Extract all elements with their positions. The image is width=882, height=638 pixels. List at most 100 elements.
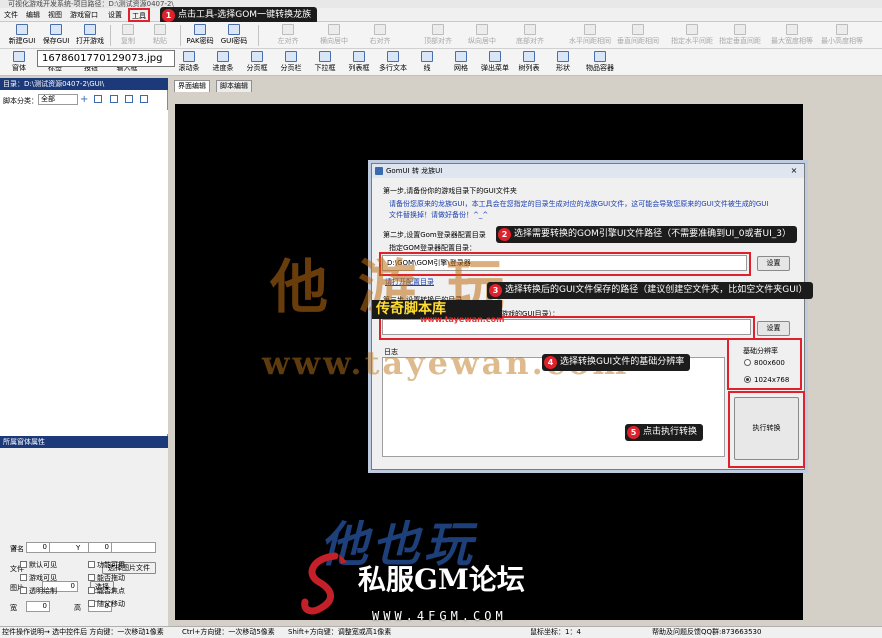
checkbox-default-visible[interactable]: 默认可见: [20, 560, 57, 570]
y-input[interactable]: 0: [88, 542, 112, 553]
settings-button-1[interactable]: 设置: [757, 256, 790, 271]
hspacing-set-icon: [686, 24, 698, 35]
align-vcenter-button[interactable]: 纵向居中: [462, 24, 502, 48]
menu-view[interactable]: 视图: [46, 9, 64, 21]
hspacing-icon: [584, 24, 596, 35]
tab-ui-edit[interactable]: 界面编辑: [174, 80, 210, 92]
same-vspacing-button[interactable]: 垂直间距相同: [614, 24, 662, 48]
min-height-equal-button[interactable]: 最小高度相等: [818, 24, 866, 48]
control-listbox-button[interactable]: 列表框: [342, 51, 376, 75]
paste-button[interactable]: 粘贴: [140, 24, 180, 48]
control-scrollbar-button[interactable]: 滚动条: [172, 51, 206, 75]
callout-text: 选择需要转换的GOM引擎UI文件路径（不需要准确到UI_0或者UI_3）: [514, 229, 792, 239]
script-category-row: 脚本分类： 全部 +: [0, 92, 168, 108]
callout-text: 选择转换后的GUI文件保存的路径（建议创建空文件夹，比如空文件夹GUI）: [505, 285, 808, 295]
window-icon: [13, 51, 25, 62]
control-pagebox-button[interactable]: 分页框: [240, 51, 274, 75]
close-icon[interactable]: ×: [786, 166, 802, 176]
height-equal-icon: [836, 24, 848, 35]
delete-icon[interactable]: [140, 95, 148, 103]
control-line-button[interactable]: 线: [410, 51, 444, 75]
open-game-button[interactable]: 打开游戏: [70, 24, 110, 48]
copy-icon[interactable]: [110, 95, 118, 103]
resolution-800x600-radio[interactable]: 800x600: [744, 359, 785, 367]
dropdown-icon: [319, 51, 331, 62]
control-dropdown-button[interactable]: 下拉框: [308, 51, 342, 75]
align-top-icon: [432, 24, 444, 35]
resolution-1024x768-radio[interactable]: 1024x768: [744, 376, 789, 384]
gui-password-button[interactable]: GUI密码: [214, 24, 254, 48]
container-icon: [594, 51, 606, 62]
add-folder-icon[interactable]: [94, 95, 102, 103]
x-label: X: [12, 544, 17, 552]
settings-button-2[interactable]: 设置: [757, 321, 790, 336]
radio-selected-icon: [744, 376, 751, 383]
script-category-label: 脚本分类：: [3, 97, 38, 105]
pagebar-icon: [285, 51, 297, 62]
align-hcenter-icon: [328, 24, 340, 35]
width-input[interactable]: 0: [26, 601, 50, 612]
checkbox-icon: [20, 561, 27, 568]
align-right-button[interactable]: 右对齐: [360, 24, 400, 48]
vspacing-icon: [632, 24, 644, 35]
callout-number: 4: [544, 356, 557, 369]
checkbox-icon: [88, 600, 95, 607]
callout-2: 2 选择需要转换的GOM引擎UI文件路径（不需要准确到UI_0或者UI_3）: [496, 226, 798, 243]
checkbox-focusable[interactable]: 能否焦点: [88, 586, 125, 596]
callout-text: 点击工具-选择GOM一键转换龙族: [178, 10, 312, 20]
step2-title: 第二步,设置Gom登录器配置目录: [383, 231, 486, 239]
directory-path: 目录：D:\测试资源0407-2\GUI\: [0, 78, 168, 90]
width-equal-icon: [786, 24, 798, 35]
editor-tabs: 界面编辑 脚本编辑: [172, 80, 882, 92]
gui-tree[interactable]: [0, 110, 168, 434]
paste-icon: [154, 24, 166, 35]
checkbox-draggable[interactable]: 能否拖动: [88, 573, 125, 583]
pagebox-icon: [251, 51, 263, 62]
line-icon: [421, 51, 433, 62]
paste-icon[interactable]: [125, 95, 133, 103]
control-popup-menu-button[interactable]: 弹出菜单: [478, 51, 512, 75]
set-vspacing-button[interactable]: 指定垂直间距: [716, 24, 764, 48]
control-window-button[interactable]: 窗体: [2, 51, 36, 75]
control-grid-button[interactable]: 网格: [444, 51, 478, 75]
resolution-label: 基础分辨率: [743, 347, 778, 355]
control-treelist-button[interactable]: 树列表: [512, 51, 546, 75]
same-hspacing-button[interactable]: 水平间距相同: [566, 24, 614, 48]
shape-icon: [557, 51, 569, 62]
menu-tools[interactable]: 工具: [128, 8, 150, 22]
set-hspacing-button[interactable]: 指定水平间距: [668, 24, 716, 48]
checkbox-game-visible[interactable]: 游戏可见: [20, 573, 57, 583]
callout-number: 1: [162, 9, 175, 22]
control-item-container-button[interactable]: 物品容器: [580, 51, 620, 75]
menu-game-window[interactable]: 游戏窗口: [68, 9, 100, 21]
script-category-select[interactable]: 全部: [38, 94, 78, 105]
step1-desc-line1: 请备份您原来的龙族GUI，本工具会在您指定的目录生成对应的龙族GUI文件，这可能…: [389, 200, 769, 208]
align-hcenter-button[interactable]: 横向居中: [314, 24, 354, 48]
checkbox-transparent-draw[interactable]: 透明绘制: [20, 586, 57, 596]
align-left-button[interactable]: 左对齐: [268, 24, 308, 48]
max-width-equal-button[interactable]: 最大宽度相等: [768, 24, 816, 48]
control-pagebar-button[interactable]: 分页栏: [274, 51, 308, 75]
y-label: Y: [76, 544, 81, 552]
execute-convert-button[interactable]: 执行转换: [734, 397, 799, 460]
callout-text: 选择转换GUI文件的基础分辨率: [560, 357, 685, 367]
listbox-icon: [353, 51, 365, 62]
menu-edit[interactable]: 编辑: [24, 9, 42, 21]
add-icon[interactable]: +: [80, 94, 88, 105]
x-input[interactable]: 0: [26, 542, 50, 553]
control-multiline-button[interactable]: 多行文本: [376, 51, 410, 75]
checkbox-function-enabled[interactable]: 功能可用: [88, 560, 125, 570]
multiline-icon: [387, 51, 399, 62]
control-shape-button[interactable]: 形状: [546, 51, 580, 75]
step1-desc-line2: 文件替换掉！请做好备份！^_^: [389, 211, 489, 219]
control-progress-button[interactable]: 进度条: [206, 51, 240, 75]
align-bottom-button[interactable]: 底部对齐: [510, 24, 550, 48]
callout-5: 5 点击执行转换: [625, 424, 704, 441]
menu-settings[interactable]: 设置: [106, 9, 124, 21]
watermark-gm-url: WWW.4FGM.COM: [372, 609, 507, 623]
align-top-button[interactable]: 顶部对齐: [418, 24, 458, 48]
menu-file[interactable]: 文件: [2, 9, 20, 21]
app-icon: [375, 167, 383, 175]
checkbox-move-with-parent[interactable]: 随父移动: [88, 599, 125, 609]
tab-script-edit[interactable]: 脚本编辑: [216, 80, 252, 92]
